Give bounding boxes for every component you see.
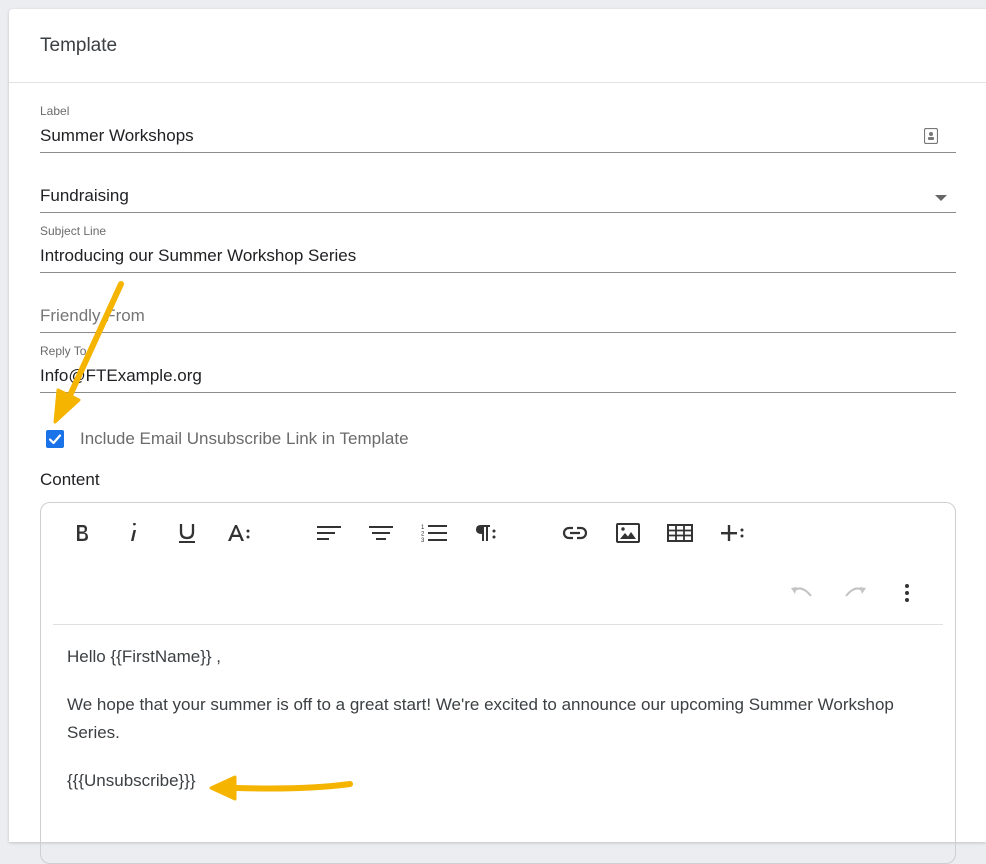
unsubscribe-checkbox-label[interactable]: Include Email Unsubscribe Link in Templa… xyxy=(80,429,409,449)
italic-icon xyxy=(131,523,136,541)
table-icon xyxy=(667,524,693,542)
greeting-text[interactable]: Hello {{FirstName}} , xyxy=(67,643,937,671)
italic-button[interactable] xyxy=(119,518,149,548)
template-card: Template Label Summer Workshops Fundrais… xyxy=(9,9,986,864)
friendly-from-placeholder[interactable]: Friendly From xyxy=(40,306,145,326)
more-options-button[interactable] xyxy=(892,578,922,608)
text-style-icon xyxy=(228,525,250,541)
unsubscribe-token[interactable]: {{{Unsubscribe}}} xyxy=(67,767,937,795)
subject-field-value[interactable]: Introducing our Summer Workshop Series xyxy=(40,246,356,266)
category-select[interactable]: Fundraising xyxy=(40,174,956,213)
friendly-from-field[interactable]: Friendly From xyxy=(40,294,956,333)
svg-text:1: 1 xyxy=(421,525,425,531)
reply-to-field-label: Reply To xyxy=(40,344,87,358)
redo-icon xyxy=(845,587,866,597)
label-field[interactable]: Label Summer Workshops xyxy=(40,104,956,153)
link-icon xyxy=(562,526,588,540)
content-label: Content xyxy=(40,470,100,489)
body-paragraph[interactable]: We hope that your summer is off to a gre… xyxy=(67,691,937,747)
align-left-icon xyxy=(317,526,341,540)
toolbar-divider xyxy=(53,624,943,625)
subject-field-label: Subject Line xyxy=(40,224,107,238)
svg-text:2: 2 xyxy=(421,532,425,538)
insert-more-button[interactable] xyxy=(718,518,748,548)
insert-table-button[interactable] xyxy=(665,518,695,548)
text-style-button[interactable] xyxy=(225,518,255,548)
bold-icon xyxy=(77,525,88,541)
underline-button[interactable] xyxy=(172,518,202,548)
unsubscribe-checkbox-row[interactable]: Include Email Unsubscribe Link in Templa… xyxy=(46,429,409,449)
insert-link-button[interactable] xyxy=(560,518,590,548)
numbered-list-icon: 1 2 3 xyxy=(421,525,447,543)
align-left-button[interactable] xyxy=(314,518,344,548)
checkmark-icon xyxy=(48,434,62,445)
contact-card-icon[interactable] xyxy=(924,128,938,144)
paragraph-icon xyxy=(476,525,496,541)
numbered-list-button[interactable]: 1 2 3 xyxy=(419,518,449,548)
insert-image-button[interactable] xyxy=(613,518,643,548)
paragraph-format-button[interactable] xyxy=(471,518,501,548)
plus-icon xyxy=(721,525,744,541)
undo-icon xyxy=(791,587,812,597)
category-value[interactable]: Fundraising xyxy=(40,186,129,206)
bold-button[interactable] xyxy=(67,518,97,548)
unsubscribe-checkbox[interactable] xyxy=(46,430,64,448)
underline-icon xyxy=(179,524,195,543)
redo-button[interactable] xyxy=(840,578,870,608)
svg-text:3: 3 xyxy=(421,538,425,543)
align-center-button[interactable] xyxy=(366,518,396,548)
undo-button[interactable] xyxy=(787,578,817,608)
subject-field[interactable]: Subject Line Introducing our Summer Work… xyxy=(40,224,956,273)
align-center-icon xyxy=(369,526,393,540)
chevron-down-icon[interactable] xyxy=(935,195,947,201)
label-field-label: Label xyxy=(40,104,70,118)
card-title: Template xyxy=(9,9,986,83)
editor-content[interactable]: Hello {{FirstName}} , We hope that your … xyxy=(67,643,937,815)
reply-to-field-value[interactable]: Info@FTExample.org xyxy=(40,366,202,386)
more-vert-icon xyxy=(905,584,909,602)
reply-to-field[interactable]: Reply To Info@FTExample.org xyxy=(40,344,956,393)
label-field-value[interactable]: Summer Workshops xyxy=(40,126,194,146)
image-icon xyxy=(616,523,640,543)
rich-text-editor[interactable]: 1 2 3 Hello {{FirstName}} , We hope that… xyxy=(40,502,956,864)
